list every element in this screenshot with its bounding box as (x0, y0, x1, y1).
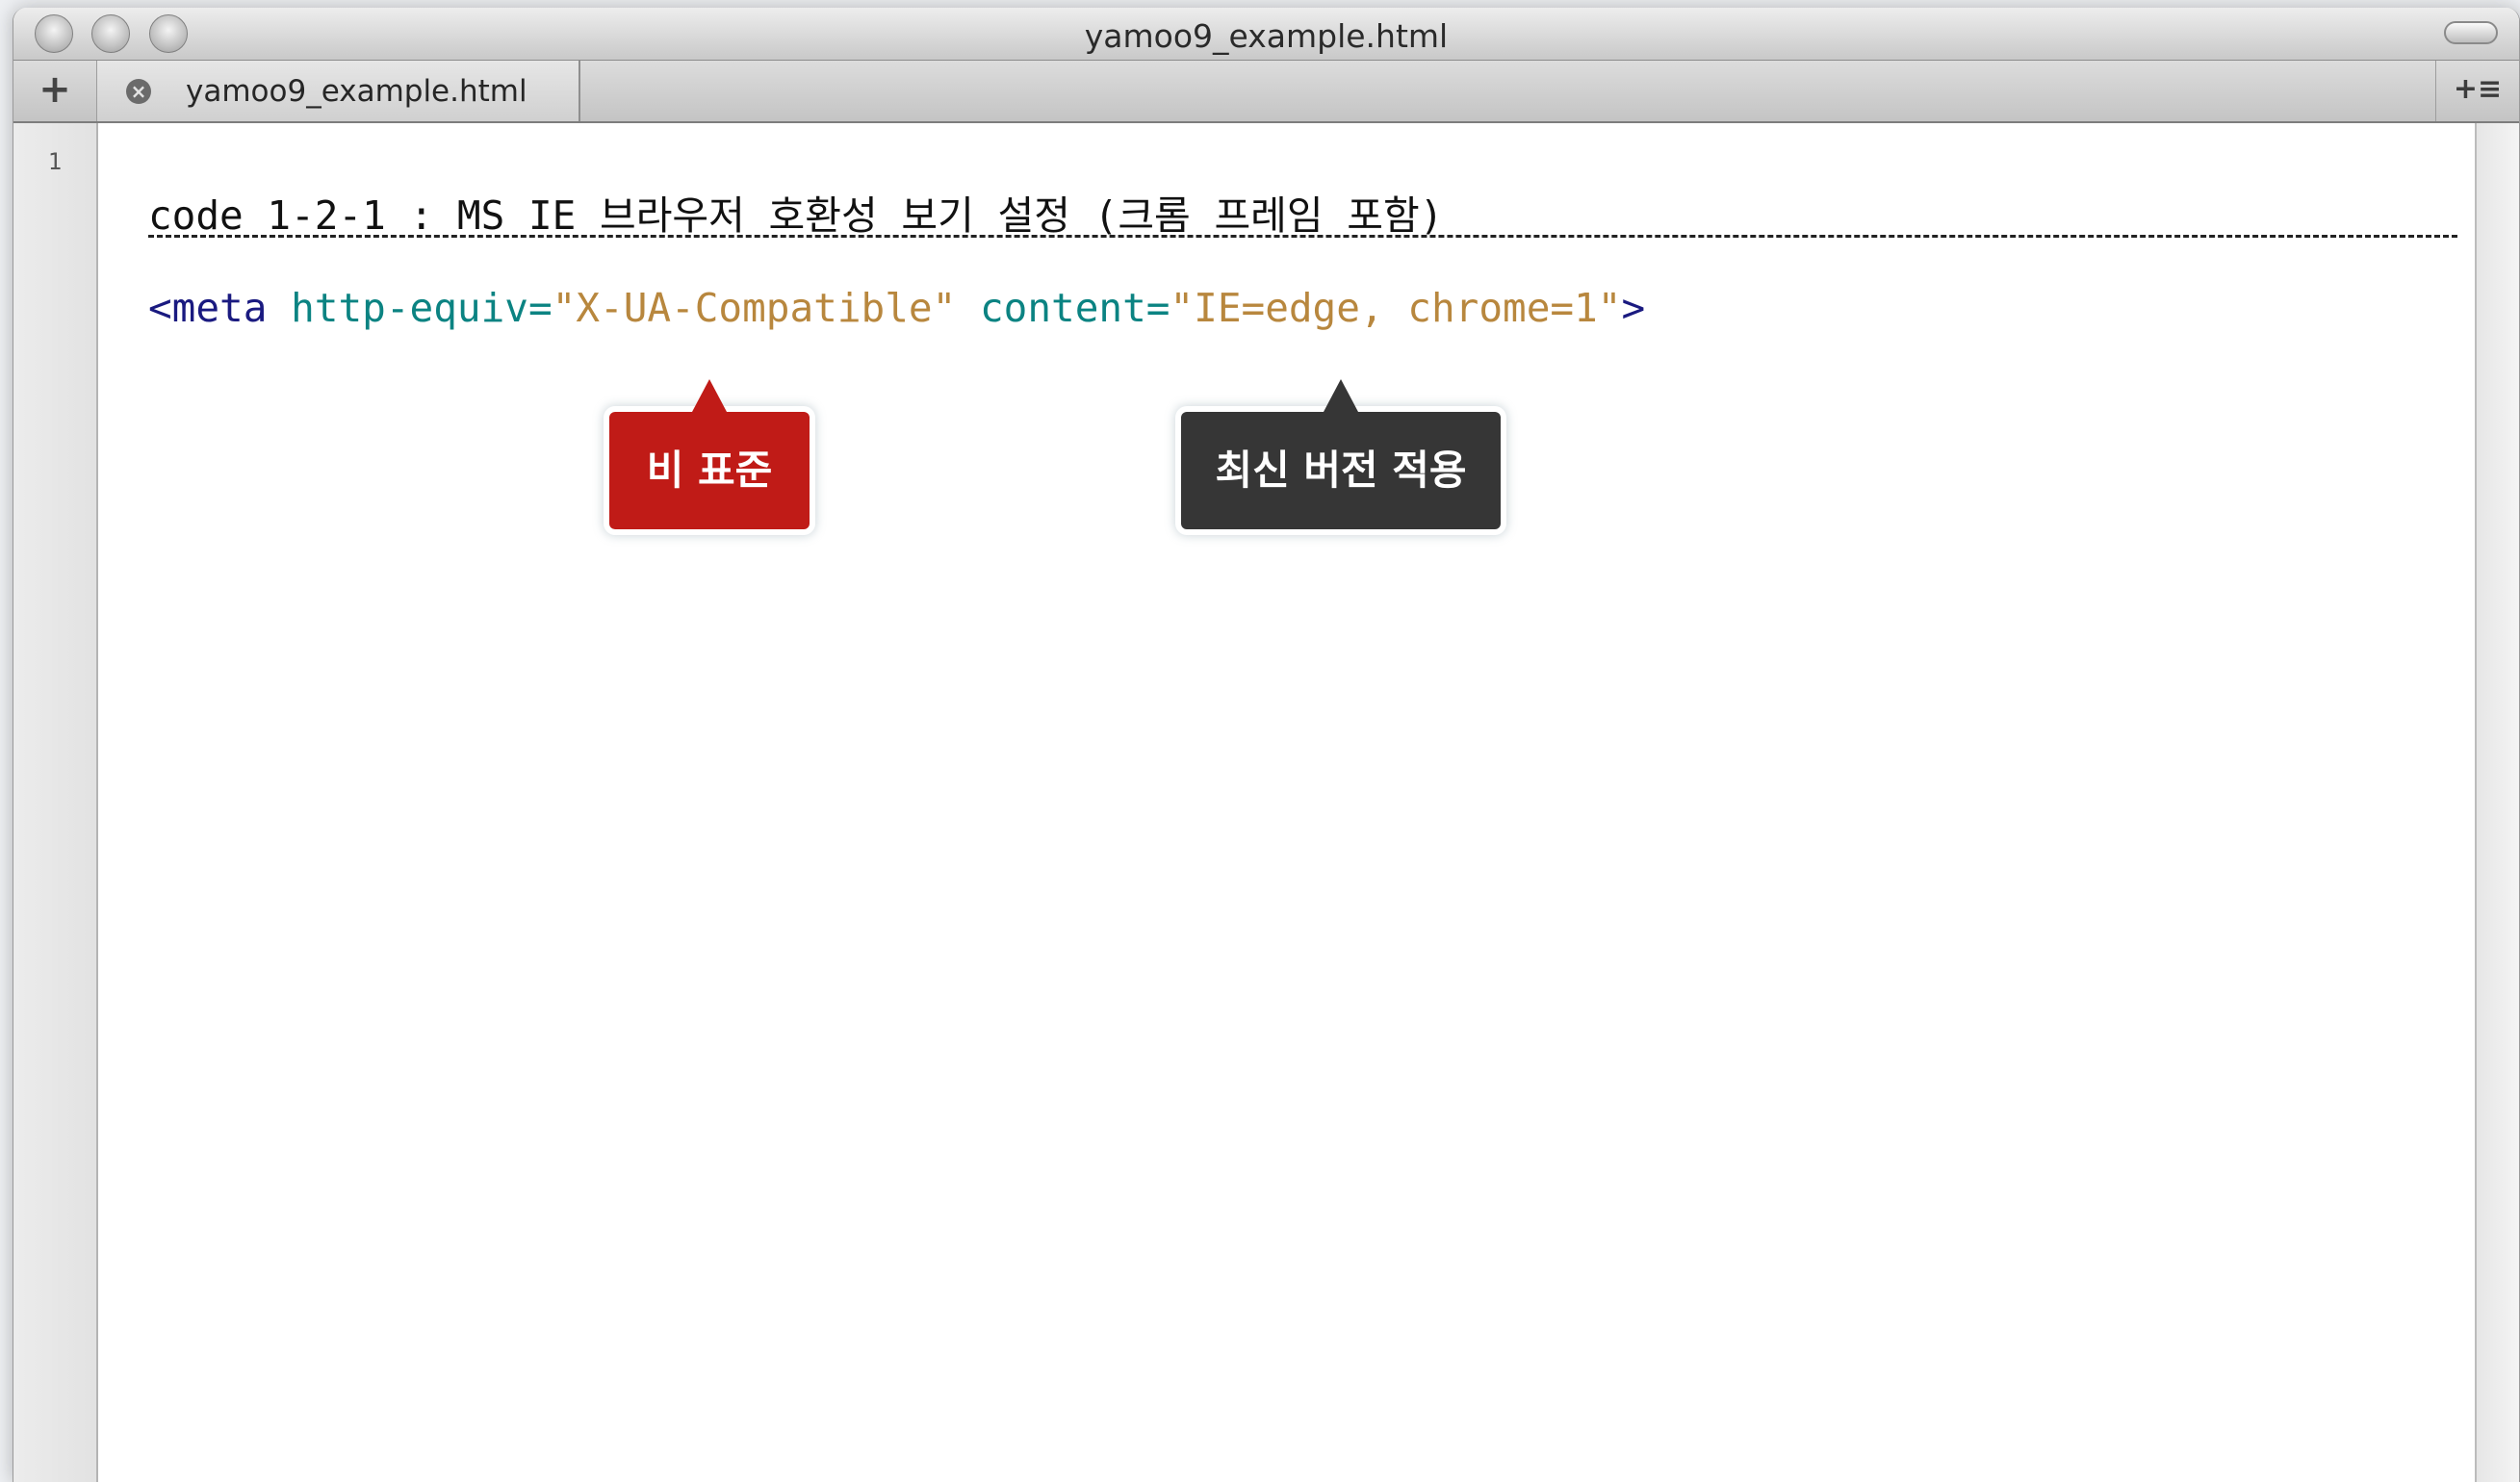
line-number-gutter: 1 (13, 123, 98, 1482)
line-number: 1 (47, 148, 63, 175)
tab-menu-button[interactable]: +≡ (2435, 61, 2519, 121)
new-tab-button[interactable]: + (13, 61, 97, 121)
tab-label: yamoo9_example.html (186, 74, 527, 109)
http-equiv-attribute: http-equiv= (291, 285, 553, 331)
meta-tag-open: <meta (148, 285, 268, 331)
tab-list-icon: +≡ (2453, 72, 2503, 106)
window-title: yamoo9_example.html (1084, 17, 1449, 55)
right-side-panel (2475, 123, 2519, 1482)
tab-bar: + × yamoo9_example.html +≡ (13, 61, 2519, 123)
editor-window: yamoo9_example.html + × yamoo9_example.h… (13, 8, 2520, 1482)
content-attribute: content= (979, 285, 1170, 331)
code-editor[interactable]: code 1-2-1 : MS IE 브라우저 호환성 보기 설정 (크롬 프레… (98, 123, 2475, 1482)
dashed-separator (148, 235, 2457, 241)
http-equiv-value: "X-UA-Compatible" (552, 285, 957, 331)
title-bar: yamoo9_example.html (13, 8, 2519, 61)
code-caption: code 1-2-1 : MS IE 브라우저 호환성 보기 설정 (크롬 프레… (148, 192, 1444, 239)
close-tab-icon[interactable]: × (126, 79, 151, 104)
tab-yamoo9-example[interactable]: × yamoo9_example.html (97, 61, 580, 121)
meta-tag-line: <meta http-equiv="X-UA-Compatible" conte… (148, 285, 1645, 331)
non-standard-callout: 비 표준 (609, 379, 810, 529)
meta-tag-close: > (1621, 285, 1646, 331)
plus-icon: + (39, 67, 71, 112)
content-value: "IE=edge, chrome=1" (1170, 285, 1622, 331)
toolbar-toggle-button[interactable] (2444, 21, 2498, 44)
latest-version-callout: 최신 버전 적용 (1181, 379, 1501, 529)
